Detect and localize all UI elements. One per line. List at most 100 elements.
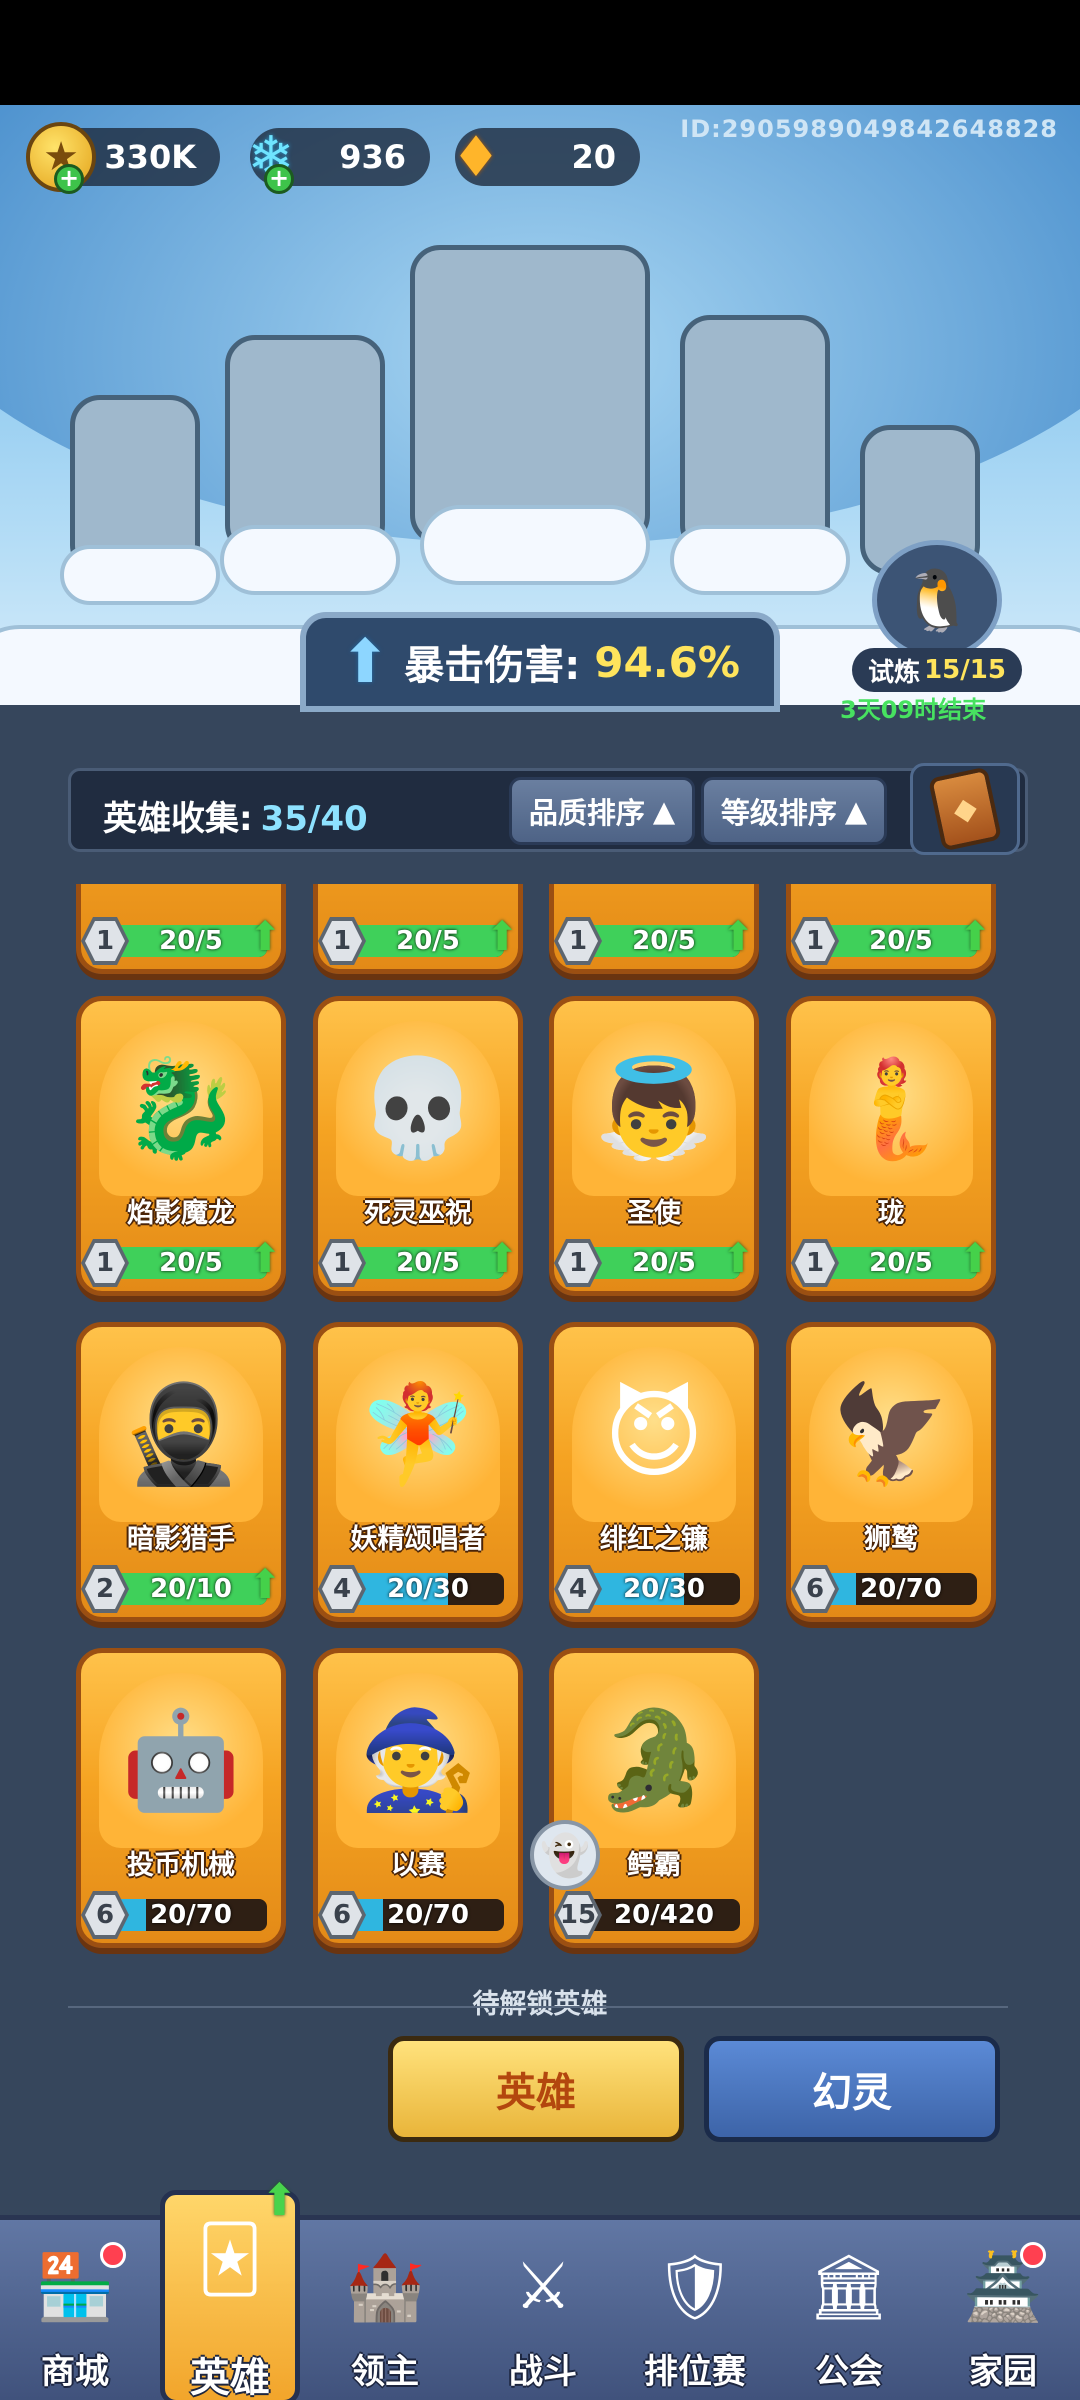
nav-hero-label: 英雄 bbox=[190, 2355, 270, 2400]
hero-level: 6 bbox=[95, 1900, 115, 1930]
statue-dragon bbox=[410, 245, 650, 545]
ghost-icon: 👻 bbox=[530, 1820, 600, 1890]
diamond-value: 936 bbox=[339, 138, 406, 176]
sort-by-quality-button[interactable]: 品质排序 ▲ bbox=[509, 777, 695, 845]
sort-by-level-button[interactable]: 等级排序 ▲ bbox=[701, 777, 887, 845]
hero-portrait: 🐊 bbox=[572, 1673, 736, 1848]
hero-level: 1 bbox=[568, 926, 588, 956]
sort-level-label: 等级排序 bbox=[720, 796, 837, 830]
locked-heroes-label: 待解锁英雄 bbox=[472, 1989, 608, 2020]
collection-bonus: ⬆ 暴击伤害: 94.6% bbox=[300, 612, 780, 712]
nav-battle[interactable]: ⚔ 战斗 bbox=[468, 2220, 618, 2400]
upgrade-arrow-icon: ⬆ bbox=[485, 914, 519, 960]
hero-card[interactable]: 20/5 1 ⬆ bbox=[76, 884, 286, 974]
collection-count: 35/40 bbox=[260, 799, 368, 839]
progress-text: 20/70 bbox=[387, 1900, 469, 1930]
card-deck-button[interactable]: ◆ bbox=[910, 763, 1020, 855]
hero-level: 1 bbox=[95, 1248, 115, 1278]
snow-pedestal bbox=[60, 545, 220, 605]
crystal-value: 20 bbox=[571, 138, 616, 176]
hero-card[interactable]: 🧙 以赛 20/70 6 bbox=[313, 1648, 523, 1948]
nav-hero[interactable]: 🃏 英雄 ⬆ bbox=[160, 2175, 300, 2400]
upgrade-arrow-icon: ⬆ bbox=[721, 1236, 755, 1282]
statue-griffin bbox=[225, 335, 385, 555]
player-id: ID:2905989049842648828 bbox=[680, 115, 1058, 143]
hero-portrait: 👼 bbox=[572, 1021, 736, 1196]
diamond-counter[interactable]: ❄ + 936 bbox=[248, 125, 430, 194]
hero-name: 绯红之镰 bbox=[600, 1524, 708, 1555]
upgrade-arrow-icon: ⬆ bbox=[485, 1236, 519, 1282]
hero-card[interactable]: 🥷 暗影猎手 20/10 2 ⬆ bbox=[76, 1322, 286, 1622]
hero-card[interactable]: 😈 绯红之镰 20/30 4 bbox=[549, 1322, 759, 1622]
nav-ranked-label: 排位赛 bbox=[644, 2352, 746, 2392]
crystal-counter[interactable]: ♦ 20 bbox=[451, 125, 640, 190]
snow-pedestal bbox=[220, 525, 400, 595]
status-bar bbox=[0, 0, 1080, 105]
add-gold-icon[interactable]: + bbox=[54, 164, 84, 194]
hero-card[interactable]: 👼 圣使 20/5 1 ⬆ bbox=[549, 996, 759, 1296]
hero-grid: 20/5 1 ⬆ 20/5 1 ⬆ 20/5 1 ⬆ 20/5 1 ⬆ 🐉 焰影魔龙 20/5 1 ⬆ 💀 死灵巫祝… bbox=[0, 884, 1080, 1974]
trial-timer: 3天09时结束 bbox=[840, 696, 987, 724]
hero-portrait: 🧙 bbox=[336, 1673, 500, 1848]
nav-guild[interactable]: 🏛 公会 bbox=[774, 2220, 924, 2400]
nav-shop-label: 商城 bbox=[41, 2352, 109, 2392]
divider bbox=[68, 2006, 1008, 2008]
add-diamond-icon[interactable]: + bbox=[264, 164, 294, 194]
trial-text: 试炼 bbox=[868, 657, 921, 688]
battle-swords-icon: ⚔ bbox=[514, 2250, 572, 2324]
hero-card[interactable]: 🐊 鳄霸 20/420 15 bbox=[549, 1648, 759, 1948]
hero-level: 1 bbox=[332, 926, 352, 956]
hero-name: 投币机械 bbox=[127, 1850, 235, 1881]
nav-ranked[interactable]: 🛡 排位赛 bbox=[620, 2220, 770, 2400]
hero-card[interactable]: 20/5 1 ⬆ bbox=[549, 884, 759, 974]
sort-quality-label: 品质排序 bbox=[528, 796, 645, 830]
hero-card[interactable]: 20/5 1 ⬆ bbox=[313, 884, 523, 974]
nav-home[interactable]: 🏯 家园 bbox=[928, 2220, 1078, 2400]
collection-title: 英雄收集: 35/40 bbox=[103, 791, 368, 840]
sort-arrow-icon: ▲ bbox=[844, 794, 868, 828]
upgrade-arrow-icon: ⬆ bbox=[721, 914, 755, 960]
up-arrow-icon: ⬆ bbox=[340, 627, 391, 697]
nav-shop[interactable]: 🏪 商城 bbox=[0, 2220, 150, 2400]
bonus-label: 暴击伤害: bbox=[404, 643, 581, 689]
notification-dot bbox=[100, 2242, 126, 2268]
hero-card[interactable]: 💀 死灵巫祝 20/5 1 ⬆ bbox=[313, 996, 523, 1296]
hero-portrait: 🐉 bbox=[99, 1021, 263, 1196]
hero-level: 2 bbox=[95, 1574, 115, 1604]
hero-portrait: 🧚 bbox=[336, 1347, 500, 1522]
gold-counter[interactable]: ★ + 330K bbox=[26, 122, 220, 194]
snow-pedestal bbox=[420, 505, 650, 585]
hero-card[interactable]: 🧜 珑 20/5 1 ⬆ bbox=[786, 996, 996, 1296]
hero-portrait: 🤖 bbox=[99, 1673, 263, 1848]
hero-name: 狮鹫 bbox=[864, 1524, 918, 1555]
penguin-icon: 🐧 bbox=[872, 540, 1002, 660]
gold-value: 330K bbox=[104, 138, 196, 176]
ranked-shield-icon: 🛡 bbox=[654, 2250, 736, 2325]
trial-label: 试炼 15/15 bbox=[852, 648, 1022, 692]
upgrade-arrow-icon: ⬆ bbox=[248, 1562, 282, 1608]
phantom-tab-button[interactable]: 幻灵 bbox=[704, 2036, 1000, 2142]
hero-card[interactable]: 🧚 妖精颂唱者 20/30 4 bbox=[313, 1322, 523, 1622]
hero-card[interactable]: 🤖 投币机械 20/70 6 bbox=[76, 1648, 286, 1948]
hero-name: 妖精颂唱者 bbox=[350, 1524, 486, 1555]
collection-label: 英雄收集: bbox=[103, 799, 253, 839]
progress-text: 20/30 bbox=[623, 1574, 705, 1604]
hero-name: 圣使 bbox=[627, 1198, 681, 1229]
hero-portrait: 😈 bbox=[572, 1347, 736, 1522]
hero-tab-button[interactable]: 英雄 bbox=[388, 2036, 684, 2142]
hero-portrait: 🥷 bbox=[99, 1347, 263, 1522]
hero-card[interactable]: 20/5 1 ⬆ bbox=[786, 884, 996, 974]
snow-pedestal bbox=[670, 525, 850, 595]
hero-card[interactable]: 🦅 狮鹫 20/70 6 bbox=[786, 1322, 996, 1622]
hero-screen: ID:2905989049842648828 ★ + 330K ❄ + 936 … bbox=[0, 0, 1080, 2400]
progress-text: 20/30 bbox=[387, 1574, 469, 1604]
hero-level: 6 bbox=[332, 1900, 352, 1930]
upgrade-arrow-icon: ⬆ bbox=[958, 1236, 992, 1282]
card-icon: ◆ bbox=[927, 766, 1003, 852]
hero-card[interactable]: 🐉 焰影魔龙 20/5 1 ⬆ bbox=[76, 996, 286, 1296]
nav-lord[interactable]: 🏰 领主 bbox=[310, 2220, 460, 2400]
hero-collection-bar: 英雄收集: 35/40 品质排序 ▲ 等级排序 ▲ bbox=[68, 768, 1028, 852]
hero-portrait: 🧜 bbox=[809, 1021, 973, 1196]
nav-lord-label: 领主 bbox=[351, 2352, 419, 2392]
trial-button[interactable]: 🐧 试炼 15/15 bbox=[852, 540, 1022, 692]
